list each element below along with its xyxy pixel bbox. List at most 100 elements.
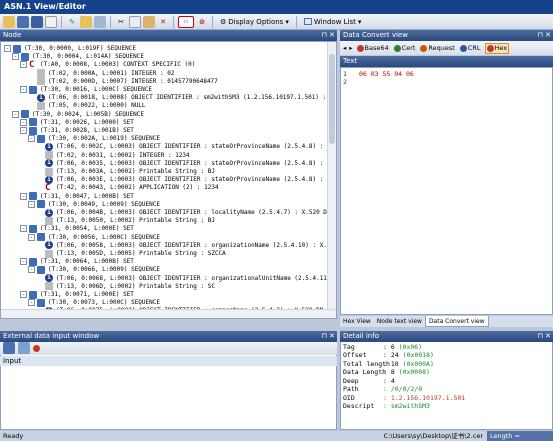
crl-button[interactable]: CRL xyxy=(459,43,482,54)
data-convert-tabs: Hex View Node text view Data Convert vie… xyxy=(340,316,553,327)
hex-text-value[interactable]: 06 03 55 04 06 xyxy=(359,70,414,78)
text-section-header: Text xyxy=(340,56,553,67)
collapse-toggle-icon[interactable]: - xyxy=(12,53,19,61)
text-icon[interactable] xyxy=(80,15,92,28)
detail-value: : 8 xyxy=(383,368,399,376)
window-list-menu[interactable]: Window List ▾ xyxy=(301,16,365,28)
collapse-toggle-icon[interactable]: - xyxy=(20,61,27,69)
tree-node-label: (T:30, 0:0004, L:014A) SEQUENCE xyxy=(32,53,144,61)
hex-icon xyxy=(486,44,494,52)
horizontal-scrollbar[interactable] xyxy=(1,309,336,318)
vertical-scrollbar[interactable] xyxy=(327,42,336,318)
request-button[interactable]: Request xyxy=(419,43,455,54)
tree-node-label: (T:06, 0:004B, L:0003) OBJECT IDENTIFIER… xyxy=(56,209,337,216)
cert-icon xyxy=(393,44,401,52)
tree-node-label: (T:13, 0:006D, L:0002) Printable String … xyxy=(56,282,215,290)
node-tree[interactable]: - (T:30, 0:0000, L:019F) SEQUENCE - (T:30, … xyxy=(0,41,337,319)
dropdown-arrow-icon: ▾ xyxy=(285,17,289,26)
image-icon[interactable] xyxy=(94,15,106,28)
detail-value: : 4 xyxy=(383,376,395,385)
save-icon[interactable] xyxy=(17,15,29,28)
copy-icon[interactable] xyxy=(129,15,141,28)
status-length: Length = 419(0x01A3 xyxy=(487,431,553,441)
tree-node-label: (T:31, 0:0064, L:000B) SET xyxy=(40,258,134,266)
detail-key: Deep xyxy=(343,376,359,385)
arrow-right-icon[interactable]: ▸ xyxy=(349,44,352,52)
scrollbar-thumb[interactable] xyxy=(329,54,335,144)
stop-icon[interactable]: ⊘ xyxy=(196,16,208,28)
tab-hex-view[interactable]: Hex View xyxy=(340,316,374,327)
pin-icon[interactable]: ⊓ ✕ xyxy=(537,30,551,41)
data-convert-header: Data Convert view ⊓ ✕ xyxy=(340,30,553,41)
tree-node-label: (T:02, 0:000A, L:0001) INTEGER : 02 xyxy=(48,69,175,77)
collapse-toggle-icon[interactable]: - xyxy=(20,127,27,134)
tree-node-label: (T:31, 0:0071, L:000E) SET xyxy=(40,291,134,298)
tree-node-label: (T:30, 0:0016, L:000C) SEQUENCE xyxy=(40,86,152,93)
tree-node-label: (T:42, 0:0043, L:0002) APPLICATION (2) :… xyxy=(56,184,219,192)
app-title: ASN.1 View/Editor xyxy=(0,0,553,14)
detail-value: : 10 xyxy=(383,359,403,368)
clear-icon[interactable] xyxy=(33,344,40,352)
external-input-toolbar xyxy=(0,341,337,355)
delete-icon[interactable]: ✕ xyxy=(157,16,169,28)
detail-row: Total length: 10 (0x000A) xyxy=(343,360,434,368)
tree-node-label: (T:06, 0:0058, L:0003) OBJECT IDENTIFIER… xyxy=(56,241,337,249)
tree-node-label: (T:02, 0:000D, L:0007) INTEGER : 0145779… xyxy=(48,77,218,85)
tree-node-label: (T:30, 0:0049, L:0009) SEQUENCE xyxy=(48,200,160,208)
collapse-toggle-icon[interactable]: - xyxy=(20,258,27,266)
crl-icon xyxy=(459,44,467,52)
convert-icon[interactable]: ▭ xyxy=(178,15,194,28)
detail-key: OID xyxy=(343,393,355,402)
cert-button[interactable]: Cert xyxy=(393,43,417,54)
collapse-toggle-icon[interactable]: - xyxy=(4,45,11,52)
tree-node-label: (T:31, 0:0028, L:001B) SET xyxy=(40,127,134,134)
collapse-toggle-icon[interactable]: - xyxy=(20,118,27,126)
detail-row: Offset: 24 (0x0018) xyxy=(343,351,434,359)
detail-row: Tag: 6 (0x06) xyxy=(343,343,422,351)
collapse-toggle-icon[interactable]: - xyxy=(28,233,35,241)
pin-icon[interactable]: ⊓ ✕ xyxy=(321,30,335,41)
new-icon[interactable] xyxy=(45,15,57,28)
hex-button[interactable]: Hex xyxy=(484,42,510,54)
pin-icon[interactable]: ⊓ ✕ xyxy=(321,331,335,342)
detail-key: Offset xyxy=(343,351,367,359)
base64-button[interactable]: Base64 xyxy=(356,43,390,54)
edit-icon[interactable]: ✎ xyxy=(66,16,78,28)
collapse-toggle-icon[interactable]: - xyxy=(28,135,35,143)
detail-value-hex: (0x06) xyxy=(398,342,423,351)
collapse-toggle-icon[interactable]: - xyxy=(12,110,19,118)
collapse-toggle-icon[interactable]: - xyxy=(28,266,35,274)
external-input-header: External data input window ⊓ ✕ xyxy=(0,331,337,342)
arrow-left-icon[interactable]: ◂ xyxy=(343,44,346,52)
tab-node-text-view[interactable]: Node text view xyxy=(374,316,425,327)
parse-icon[interactable] xyxy=(18,342,30,354)
pin-icon[interactable]: ⊓ ✕ xyxy=(537,331,551,342)
text-area[interactable]: 1 2 06 03 55 04 06 xyxy=(340,67,553,315)
cut-icon[interactable]: ✂ xyxy=(115,16,127,28)
collapse-toggle-icon[interactable]: - xyxy=(20,225,27,233)
paste-icon[interactable] xyxy=(143,15,155,28)
open-icon[interactable] xyxy=(3,15,15,28)
node-panel-header: Node ⊓ ✕ xyxy=(0,30,337,41)
detail-value: : 1.2.156.10197.1.501 xyxy=(383,393,466,402)
tab-data-convert-view[interactable]: Data Convert view xyxy=(424,316,489,327)
toolbar-separator xyxy=(110,15,111,28)
collapse-toggle-icon[interactable]: - xyxy=(20,192,27,200)
tree-node-label: (T:A0, 0:0008, L:0003) CONTEXT SPECIFIC … xyxy=(40,61,196,69)
display-options-menu[interactable]: ⚙ Display Options ▾ xyxy=(217,16,292,28)
open-file-icon[interactable] xyxy=(3,342,15,354)
status-file-path: C:\Users\sy\Desktop\证书\2.cer xyxy=(383,432,483,440)
save-as-icon[interactable] xyxy=(31,15,43,28)
collapse-toggle-icon[interactable]: - xyxy=(28,299,35,307)
line-number: 1 xyxy=(343,70,347,78)
tree-node-label: (T:30, 0:0066, L:0009) SEQUENCE xyxy=(48,266,160,274)
line-number: 2 xyxy=(343,78,347,86)
collapse-toggle-icon[interactable]: - xyxy=(20,291,27,298)
detail-value-hex: (0x000A) xyxy=(402,359,434,368)
gear-icon: ⚙ xyxy=(220,17,227,26)
detail-row: OID : 1.2.156.10197.1.501 xyxy=(343,394,465,402)
collapse-toggle-icon[interactable]: - xyxy=(28,200,35,208)
status-ready: Ready xyxy=(3,432,24,440)
detail-key: Tag xyxy=(343,342,355,351)
collapse-toggle-icon[interactable]: - xyxy=(20,86,27,93)
